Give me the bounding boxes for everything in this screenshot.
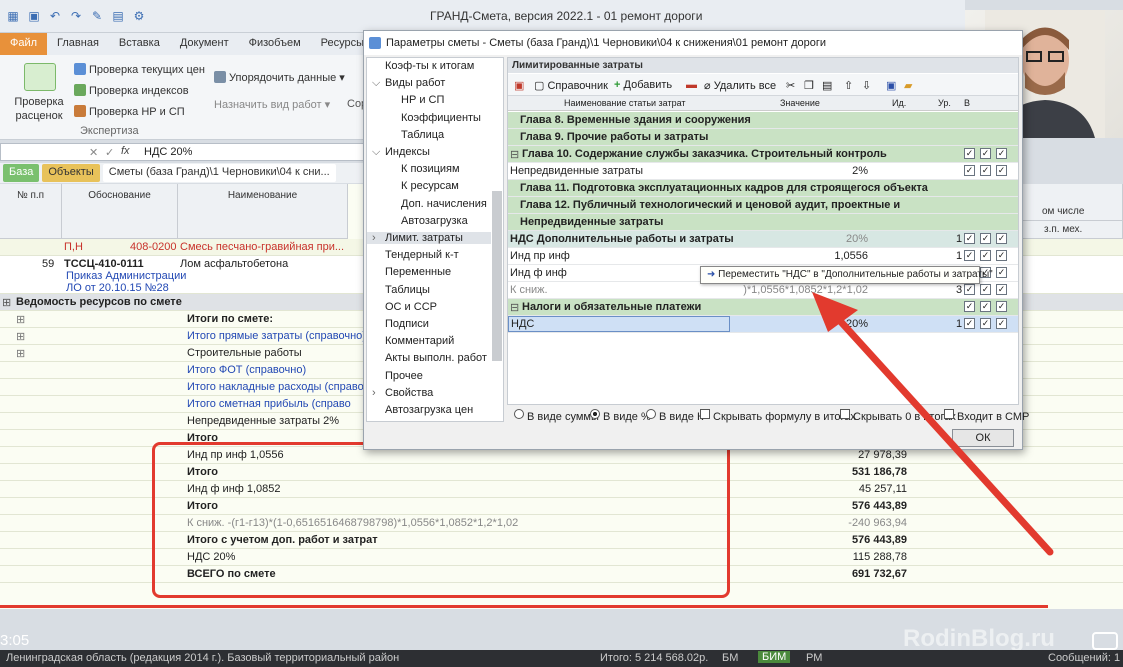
arrow-head <box>812 292 858 332</box>
arrow-annotation <box>812 292 1054 556</box>
arrow-line <box>828 308 1054 556</box>
